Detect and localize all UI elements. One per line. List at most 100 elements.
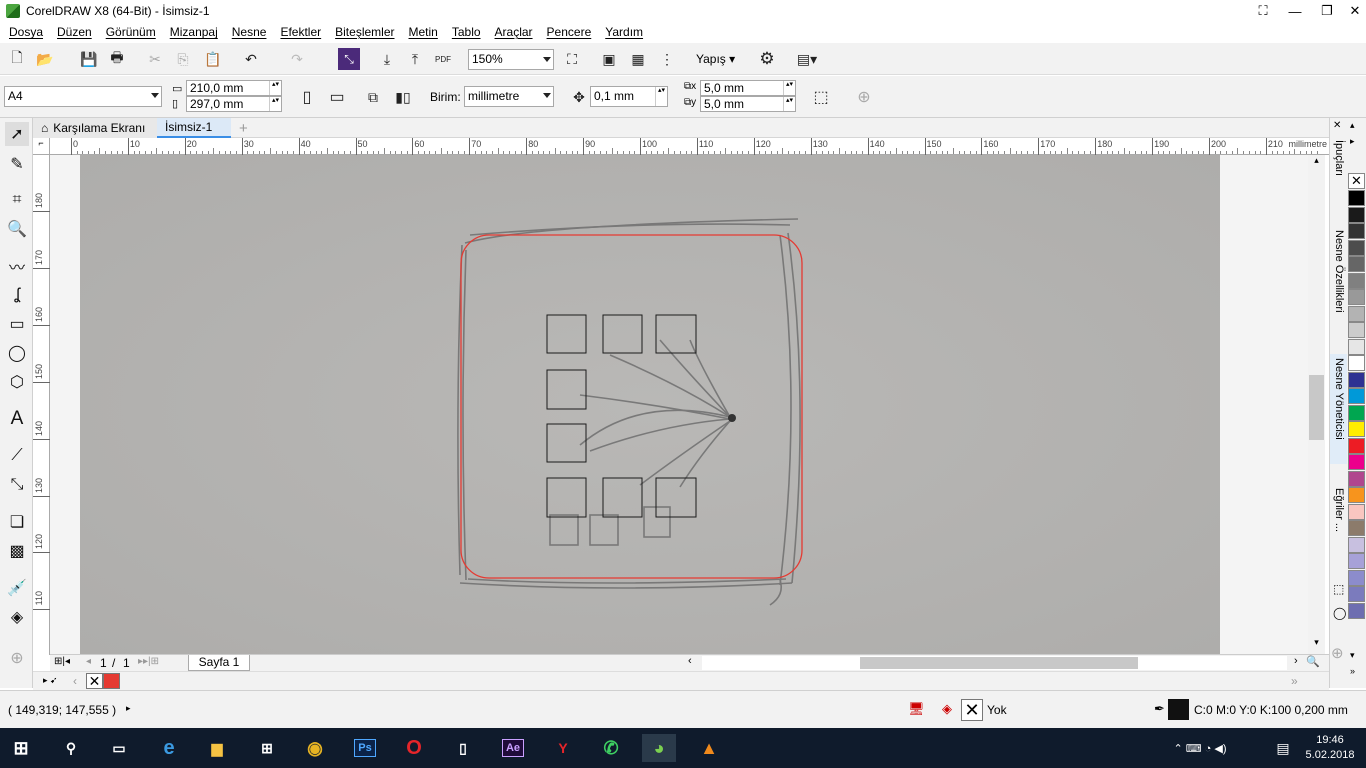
search-content-icon[interactable]: ⤡ [338, 48, 360, 70]
polygon-tool-icon[interactable]: ⬡ [5, 370, 29, 394]
docker-add-icon[interactable]: ⊕ [1331, 644, 1344, 662]
coreldraw-taskbar-icon[interactable]: ◕ [642, 734, 676, 762]
horizontal-scroll-track[interactable] [702, 656, 1287, 670]
account-icon[interactable]: ⛶ [1248, 0, 1278, 22]
all-pages-icon[interactable]: ⧉ [362, 86, 384, 108]
system-tray-icons[interactable]: ⌃ ⌨ ◔ ◀) [1170, 734, 1230, 762]
menu-dosya[interactable]: Dosya [9, 25, 43, 39]
interactive-fill-icon[interactable]: ◈ [5, 605, 29, 629]
pick-tool-icon[interactable]: ➚ [5, 122, 29, 146]
menu-yardim[interactable]: Yardım [605, 25, 643, 39]
palette-swatch[interactable] [1348, 520, 1365, 536]
palette-swatch[interactable] [1348, 190, 1365, 206]
open-icon[interactable]: 📂 [34, 48, 56, 70]
rectangle-tool-icon[interactable]: ▭ [5, 312, 29, 336]
paste-icon[interactable]: 📋 [202, 48, 224, 70]
docker-tab-curves[interactable]: Eğriler ... [1330, 484, 1348, 564]
edge-icon[interactable]: e [152, 734, 186, 762]
eyedropper-icon[interactable]: 💉 [5, 576, 29, 600]
palette-swatch[interactable] [1348, 470, 1365, 487]
palette-swatch[interactable] [1348, 487, 1365, 503]
tab-document[interactable]: İsimsiz-1 [157, 118, 231, 138]
units-dropdown[interactable]: millimetre [464, 86, 554, 107]
nudge-distance-field[interactable]: 0,1 mm ▴▾ [590, 86, 668, 107]
duplicate-x-field[interactable]: 5,0 mm ▴▾ [700, 80, 796, 96]
page-tab-sayfa-1[interactable]: Sayfa 1 [188, 655, 250, 671]
drawing-canvas[interactable] [50, 155, 1308, 655]
no-color-swatch[interactable]: ✕ [86, 673, 103, 689]
copy-icon[interactable]: ⎘ [172, 48, 194, 70]
palette-swatch[interactable] [1348, 223, 1365, 239]
menu-tablo[interactable]: Tablo [452, 25, 481, 39]
palette-swatch[interactable] [1348, 206, 1365, 223]
palette-more-icon[interactable]: » [1350, 666, 1355, 676]
scroll-right-icon[interactable]: › [1294, 655, 1298, 667]
add-tool-icon[interactable]: ⊕ [5, 646, 29, 670]
palette-swatch[interactable] [1348, 569, 1365, 586]
status-expand-icon[interactable]: ▸ [126, 703, 131, 714]
page-first-icon[interactable]: ⊞|◂ [54, 656, 70, 667]
menu-bitesler[interactable]: Biteşlemler [335, 25, 394, 39]
fill-none-swatch[interactable]: ✕ [961, 699, 983, 721]
palette-swatch[interactable] [1348, 338, 1365, 355]
show-guidelines-icon[interactable]: ⋮ [656, 48, 678, 70]
show-grid-icon[interactable]: ▦ [627, 48, 649, 70]
page-prev-icon[interactable]: ◂ [86, 656, 91, 667]
menu-gorunum[interactable]: Görünüm [106, 25, 156, 39]
artistic-media-icon[interactable]: ʆ [5, 283, 29, 307]
menu-duzen[interactable]: Düzen [57, 25, 92, 39]
palette-swatch[interactable] [1348, 322, 1365, 338]
page-height-field[interactable]: 297,0 mm ▴▾ [186, 96, 282, 112]
snap-to-dropdown[interactable]: Yapış ▾ [696, 52, 735, 66]
vertical-scrollbar[interactable]: ▴ ▾ [1308, 155, 1325, 655]
page-next-icon[interactable]: ▸▸|⊞ [138, 656, 159, 667]
task-view-icon[interactable]: ▭ [102, 734, 136, 762]
page-width-field[interactable]: 210,0 mm ▴▾ [186, 80, 282, 96]
whatsapp-icon[interactable]: ✆ [594, 734, 628, 762]
landscape-icon[interactable]: ▭ [326, 86, 348, 108]
restore-button[interactable]: ❐ [1312, 0, 1342, 22]
application-launcher-icon[interactable]: ▤▾ [796, 48, 818, 70]
treat-as-filled-icon[interactable]: ⬚ [810, 86, 832, 108]
palette-menu-icon-2[interactable]: ▸ [1350, 136, 1355, 147]
tab-welcome[interactable]: ⌂ Karşılama Ekranı [33, 118, 159, 138]
palette-swatch[interactable] [1348, 437, 1365, 454]
palette-swatch[interactable] [1348, 586, 1365, 602]
ellipse-tool-icon[interactable]: ◯ [5, 341, 29, 365]
current-page-icon[interactable]: ▮▯ [392, 86, 414, 108]
document-icon[interactable]: ▯ [446, 734, 480, 762]
close-button[interactable]: ✕ [1340, 0, 1366, 22]
new-tab-icon[interactable]: + [231, 118, 256, 138]
new-document-icon[interactable]: 🗋 [6, 48, 28, 70]
palette-swatch[interactable] [1348, 239, 1365, 256]
start-icon[interactable]: ⊞ [4, 734, 38, 762]
zoom-level-dropdown[interactable]: 150% [468, 49, 554, 70]
horizontal-ruler[interactable]: 0 10 20 30 40 50 60 70 80 90 100 110 120 130 140 150 160… [50, 138, 1329, 155]
horizontal-scroll-thumb[interactable] [860, 657, 1138, 669]
parallel-dimension-icon[interactable]: ⟋ [5, 444, 29, 468]
palette-swatch[interactable] [1348, 421, 1365, 437]
options-gear-icon[interactable]: ⚙ [756, 48, 778, 70]
palette-scroll-right-icon[interactable]: » [1291, 674, 1298, 688]
drop-shadow-icon[interactable]: ❏ [5, 510, 29, 534]
text-tool-icon[interactable]: A [5, 407, 29, 431]
scroll-down-icon[interactable]: ▾ [1308, 637, 1325, 654]
export-icon[interactable]: ⤒ [404, 48, 426, 70]
palette-swatch[interactable] [1348, 305, 1365, 322]
scroll-left-icon[interactable]: ‹ [688, 655, 692, 667]
notification-icon[interactable]: ▤ [1266, 734, 1300, 762]
chrome-icon[interactable]: ◉ [298, 734, 332, 762]
palette-up-icon[interactable]: ▴ [1350, 120, 1355, 131]
yandex-icon[interactable]: Y [546, 734, 580, 762]
color-proof-icon[interactable]: 🖥 [908, 701, 925, 717]
docker-close-icon[interactable]: ✕ [1333, 120, 1341, 131]
palette-down-icon[interactable]: ▾ [1350, 650, 1355, 661]
palette-swatch[interactable] [1348, 602, 1365, 619]
palette-swatch[interactable] [1348, 256, 1365, 272]
palette-swatch[interactable] [1348, 272, 1365, 289]
import-icon[interactable]: ⤓ [376, 48, 398, 70]
full-screen-preview-icon[interactable]: ▣ [598, 48, 620, 70]
menu-mizanpaj[interactable]: Mizanpaj [170, 25, 218, 39]
redo-icon[interactable]: ↷ [286, 48, 308, 70]
zoom-tool-icon[interactable]: 🔍 [5, 217, 29, 241]
